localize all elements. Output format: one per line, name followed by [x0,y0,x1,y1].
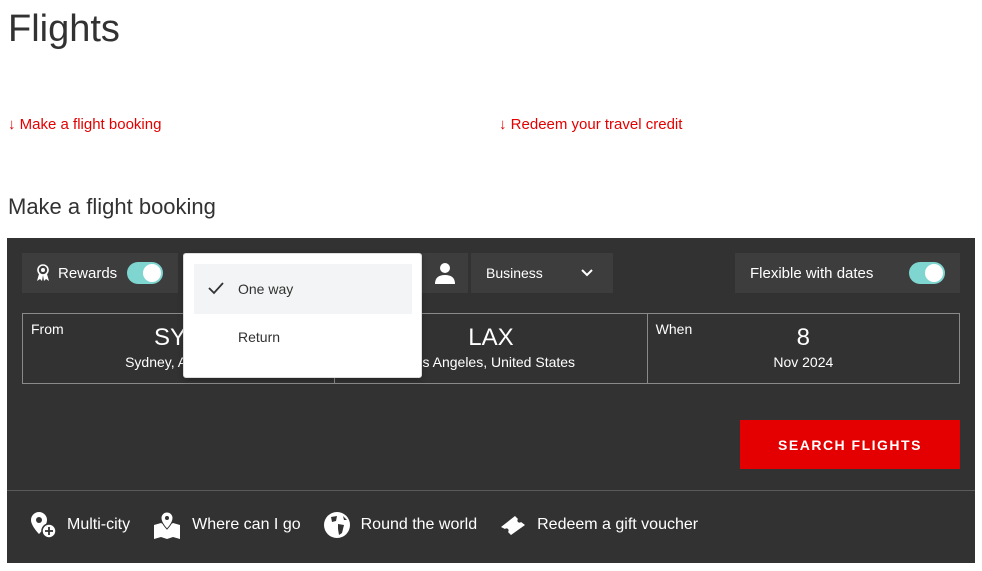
flexible-dates-toggle[interactable] [909,262,945,284]
link-redeem-gift-voucher[interactable]: Redeem a gift voucher [499,513,698,537]
arrow-down-icon: ↓ [8,116,20,133]
ticket-icon [501,516,526,535]
jump-link-travel-credit[interactable]: ↓ Redeem your travel credit [499,116,682,133]
jump-link-make-booking[interactable]: ↓ Make a flight booking [8,116,161,133]
rewards-toggle[interactable] [127,262,164,284]
link-multi-city[interactable]: Multi-city [29,511,130,539]
divider [7,490,975,491]
when-field[interactable]: When 8 Nov 2024 [646,314,959,383]
map-pin-icon [154,511,181,539]
route-fields: From SYD Sydney, Australia LAX Los Angel… [22,313,960,384]
option-one-way[interactable]: One way [194,264,412,314]
globe-icon [323,512,350,538]
flexible-dates-button[interactable]: Flexible with dates [735,253,960,293]
chevron-down-icon [581,269,593,277]
section-title: Make a flight booking [8,194,216,219]
trip-type-dropdown: One way Return [183,253,422,378]
link-where-can-i-go[interactable]: Where can I go [152,511,301,539]
award-icon [37,264,49,281]
link-round-the-world[interactable]: Round the world [323,511,477,539]
cabin-select[interactable]: Business [471,253,613,293]
passengers-button[interactable] [422,253,468,293]
arrow-down-icon: ↓ [499,116,511,133]
person-icon [435,263,455,284]
booking-panel: Rewards Business Flexible with dates Fro… [7,238,975,563]
rewards-toggle-button[interactable]: Rewards [22,253,178,293]
option-return[interactable]: Return [194,312,412,362]
check-icon [208,282,224,295]
pin-plus-icon [31,512,57,539]
search-flights-button[interactable]: SEARCH FLIGHTS [740,420,960,469]
page-title: Flights [8,8,120,50]
